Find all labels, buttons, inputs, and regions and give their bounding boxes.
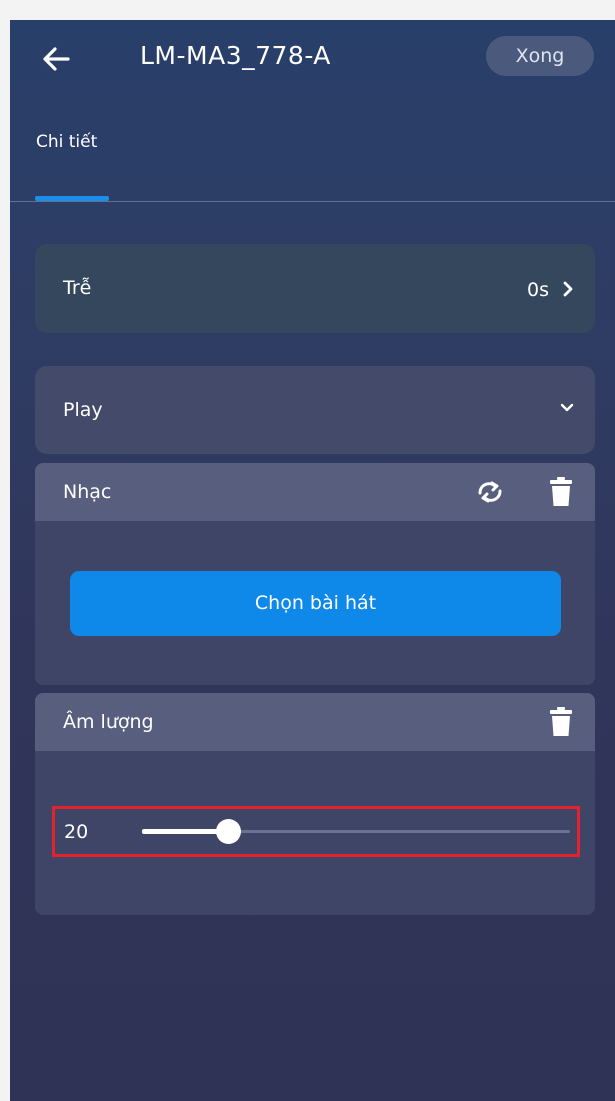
page-title: LM-MA3_778-A xyxy=(140,41,331,70)
tab-details[interactable]: Chi tiết xyxy=(36,132,97,152)
done-button[interactable]: Xong xyxy=(486,36,594,76)
music-section: Nhạc Chọn bài hát xyxy=(35,463,595,685)
arrow-left-icon xyxy=(43,47,70,71)
delay-label: Trễ xyxy=(63,277,92,299)
delete-music-button[interactable] xyxy=(548,476,574,508)
delay-value: 0s xyxy=(527,279,549,301)
music-section-header: Nhạc xyxy=(35,463,595,521)
music-section-title: Nhạc xyxy=(63,481,112,503)
choose-song-button[interactable]: Chọn bài hát xyxy=(70,571,561,636)
volume-section-header: Âm lượng xyxy=(35,693,595,751)
volume-slider-thumb[interactable] xyxy=(215,819,241,844)
volume-slider[interactable] xyxy=(142,819,570,844)
trash-icon xyxy=(550,707,572,736)
delay-row[interactable]: Trễ 0s xyxy=(35,244,595,333)
action-select[interactable]: Play xyxy=(35,366,595,454)
refresh-icon xyxy=(478,481,502,503)
tab-divider xyxy=(10,201,615,202)
volume-section-title: Âm lượng xyxy=(63,711,154,733)
volume-slider-fill xyxy=(142,829,228,834)
chevron-right-icon xyxy=(563,281,573,297)
volume-section: Âm lượng 20 xyxy=(35,693,595,915)
delete-volume-button[interactable] xyxy=(548,706,574,738)
volume-control-highlight: 20 xyxy=(52,806,580,857)
volume-value: 20 xyxy=(64,821,89,843)
action-selected-value: Play xyxy=(63,399,103,421)
refresh-button[interactable] xyxy=(473,477,507,507)
trash-icon xyxy=(550,477,572,506)
chevron-down-icon xyxy=(560,403,574,412)
back-button[interactable] xyxy=(38,42,78,76)
app-screen: LM-MA3_778-A Xong Chi tiết Trễ 0s Play N… xyxy=(10,20,615,1101)
